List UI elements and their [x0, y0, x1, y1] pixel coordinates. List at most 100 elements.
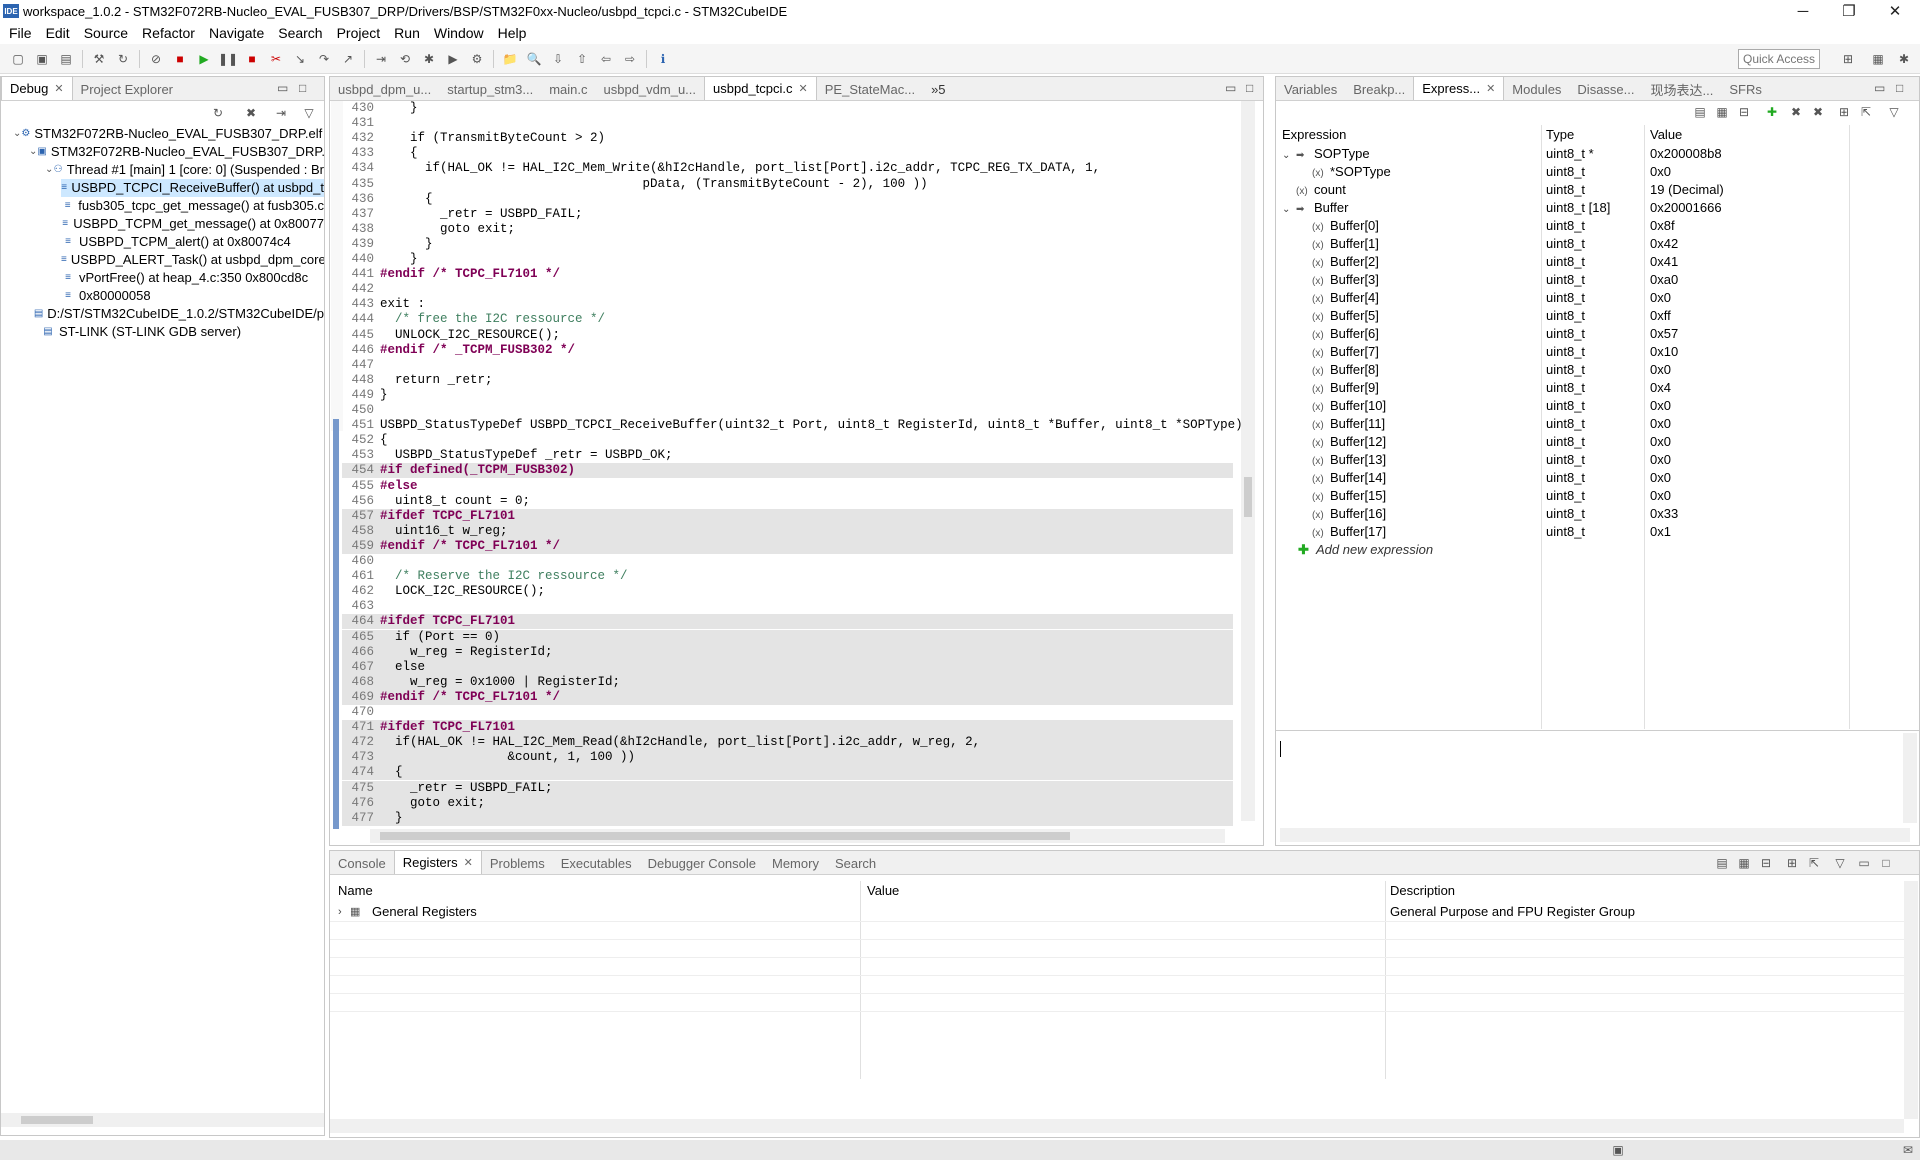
column-header-value[interactable]: Value — [867, 881, 1367, 901]
menu-source[interactable]: Source — [77, 25, 135, 41]
value-cell[interactable]: 0x0 — [1650, 487, 1846, 505]
code-line[interactable]: 474 { — [342, 765, 1233, 781]
view-menu-icon[interactable]: ▽ — [1885, 103, 1903, 121]
editor-vscroll-thumb[interactable] — [1244, 477, 1252, 517]
remove-expression-icon[interactable]: ✖ — [1787, 103, 1805, 121]
expression-row[interactable]: (x) Buffer[14] uint8_t 0x0 — [1276, 469, 1919, 487]
expression-row[interactable]: (x) Buffer[0] uint8_t 0x8f — [1276, 217, 1919, 235]
add-expression-icon[interactable]: ✚ — [1763, 103, 1781, 121]
menu-file[interactable]: File — [2, 25, 39, 41]
step-over-icon[interactable]: ↷ — [315, 50, 333, 68]
value-cell[interactable]: 0x200008b8 — [1650, 145, 1846, 163]
value-cell[interactable]: 0x0 — [1650, 289, 1846, 307]
minimize-view-icon[interactable]: ▭ — [1855, 854, 1873, 872]
save-all-icon[interactable]: ▤ — [57, 50, 75, 68]
expr-tab-4[interactable]: Disasse... — [1569, 78, 1642, 100]
code-line[interactable]: 441 #endif /* TCPC_FL7101 */ — [342, 267, 1233, 282]
menu-refactor[interactable]: Refactor — [135, 25, 202, 41]
code-line[interactable]: 446 #endif /* _TCPM_FUSB302 */ — [342, 343, 1233, 358]
editor-tab-5[interactable]: PE_StateMac... — [817, 78, 923, 100]
code-line[interactable]: 431 — [342, 116, 1233, 131]
remove-terminated-icon[interactable]: ✖ — [242, 104, 260, 122]
pin-icon[interactable]: ⇱ — [1805, 854, 1823, 872]
expression-row[interactable]: (x) Buffer[15] uint8_t 0x0 — [1276, 487, 1919, 505]
value-cell[interactable]: 0x0 — [1650, 469, 1846, 487]
code-line[interactable]: 432 if (TransmitByteCount > 2) — [342, 131, 1233, 146]
code-line[interactable]: 465 if (Port == 0) — [342, 629, 1233, 645]
show-logical-structure-icon[interactable]: ▦ — [1713, 103, 1731, 121]
back-icon[interactable]: ⇦ — [597, 50, 615, 68]
debug-tab-1[interactable]: Project Explorer — [73, 78, 181, 100]
code-line[interactable]: 439 } — [342, 237, 1233, 252]
suspend-icon[interactable]: ❚❚ — [218, 50, 238, 68]
code-line[interactable]: 467 else — [342, 659, 1233, 675]
code-line[interactable]: 464 #ifdef TCPC_FL7101 — [342, 614, 1233, 630]
code-line[interactable]: 444 /* free the I2C ressource */ — [342, 312, 1233, 327]
editor-tab-1[interactable]: startup_stm3... — [439, 78, 541, 100]
details-vscrollbar[interactable] — [1903, 733, 1917, 823]
menu-help[interactable]: Help — [491, 25, 534, 41]
expression-row[interactable]: (x) Buffer[10] uint8_t 0x0 — [1276, 397, 1919, 415]
code-line[interactable]: 459 #endif /* TCPC_FL7101 */ — [342, 538, 1233, 554]
expression-row[interactable]: (x) Buffer[2] uint8_t 0x41 — [1276, 253, 1919, 271]
registers-hscrollbar[interactable] — [330, 1119, 1904, 1133]
expression-row[interactable]: (x) Buffer[1] uint8_t 0x42 — [1276, 235, 1919, 253]
code-line[interactable]: 437 _retr = USBPD_FAIL; — [342, 207, 1233, 222]
maximize-view-icon[interactable]: □ — [299, 81, 306, 95]
registers-vscrollbar[interactable] — [1904, 881, 1918, 1119]
resume-icon[interactable]: ▶ — [195, 50, 213, 68]
code-line[interactable]: 434 if(HAL_OK != HAL_I2C_Mem_Write(&hI2c… — [342, 161, 1233, 176]
new-icon[interactable]: ▢ — [9, 50, 27, 68]
minimize-view-icon[interactable]: ▭ — [277, 81, 288, 95]
expr-tab-5[interactable]: 现场表达... — [1643, 78, 1722, 100]
bottom-tab-2[interactable]: Problems — [482, 852, 553, 874]
code-line[interactable]: 448 return _retr; — [342, 373, 1233, 388]
close-tab-icon[interactable]: ✕ — [54, 82, 63, 95]
progress-icon[interactable]: ▣ — [1609, 1141, 1627, 1159]
debug-icon[interactable]: ✱ — [420, 50, 438, 68]
bottom-tab-5[interactable]: Memory — [764, 852, 827, 874]
remove-all-expressions-icon[interactable]: ✖ — [1809, 103, 1827, 121]
perspective-debug-icon[interactable]: ✱ — [1895, 50, 1913, 68]
code-line[interactable]: 472 if(HAL_OK != HAL_I2C_Mem_Read(&hI2cH… — [342, 735, 1233, 751]
skip-breakpoints-icon[interactable]: ⊘ — [147, 50, 165, 68]
run-icon[interactable]: ▶ — [444, 50, 462, 68]
code-line[interactable]: 453 USBPD_StatusTypeDef _retr = USBPD_OK… — [342, 448, 1233, 463]
show-type-names-icon[interactable]: ▤ — [1691, 103, 1709, 121]
code-line[interactable]: 473 &count, 1, 100 )) — [342, 750, 1233, 766]
value-cell[interactable]: 0x0 — [1650, 451, 1846, 469]
code-line[interactable]: 435 pData, (TransmitByteCount - 2), 100 … — [342, 177, 1233, 192]
debug-tree-item[interactable]: ▤ D:/ST/STM32CubeIDE_1.0.2/STM32CubeIDE/p — [29, 305, 324, 323]
debug-tree-item[interactable]: ≡ vPortFree() at heap_4.c:350 0x800cd8c — [61, 269, 324, 287]
debug-tree-item[interactable]: ⌄ ⚙ STM32F072RB-Nucleo_EVAL_FUSB307_DRP.el… — [13, 125, 324, 143]
expand-chevron-icon[interactable]: › — [338, 903, 342, 921]
debug-tree-item[interactable]: ≡ USBPD_ALERT_Task() at usbpd_dpm_core — [61, 251, 324, 269]
expression-row[interactable]: (x) Buffer[4] uint8_t 0x0 — [1276, 289, 1919, 307]
editor-vscrollbar[interactable] — [1241, 101, 1255, 821]
editor-tab-4[interactable]: usbpd_tcpci.c ✕ — [704, 76, 817, 100]
expression-row[interactable]: (x) Buffer[16] uint8_t 0x33 — [1276, 505, 1919, 523]
expand-chevron-icon[interactable]: ⌄ — [29, 143, 37, 161]
code-line[interactable]: 462 LOCK_I2C_RESOURCE(); — [342, 584, 1233, 599]
register-group-row[interactable]: › ▦ General Registers General Purpose and F… — [330, 903, 1919, 921]
forward-icon[interactable]: ⇨ — [621, 50, 639, 68]
stop-icon[interactable]: ■ — [171, 50, 189, 68]
expression-row[interactable]: (x) Buffer[3] uint8_t 0xa0 — [1276, 271, 1919, 289]
debug-tree-item[interactable]: ≡ USBPD_TCPCI_ReceiveBuffer() at usbpd_t — [61, 179, 324, 197]
perspective-open-icon[interactable]: ⊞ — [1839, 50, 1857, 68]
value-cell[interactable]: 0xff — [1650, 307, 1846, 325]
code-line[interactable]: 458 uint16_t w_reg; — [342, 523, 1233, 539]
expr-tab-6[interactable]: SFRs — [1721, 78, 1770, 100]
step-filter-icon[interactable]: ⇥ — [272, 104, 290, 122]
expr-tab-3[interactable]: Modules — [1504, 78, 1569, 100]
expression-row[interactable]: (x) Buffer[11] uint8_t 0x0 — [1276, 415, 1919, 433]
value-cell[interactable]: 0x0 — [1650, 415, 1846, 433]
code-line[interactable]: 433 { — [342, 146, 1233, 161]
maximize-view-icon[interactable]: □ — [1896, 81, 1903, 95]
editor-overflow-tabs[interactable]: »5 — [923, 78, 953, 100]
expression-row[interactable]: ⌄ ➡ Buffer uint8_t [18] 0x20001666 — [1276, 199, 1919, 217]
code-line[interactable]: 447 — [342, 358, 1233, 373]
column-header-expression[interactable]: Expression — [1282, 125, 1544, 145]
value-cell[interactable]: 0x8f — [1650, 217, 1846, 235]
code-line[interactable]: 452 { — [342, 433, 1233, 448]
